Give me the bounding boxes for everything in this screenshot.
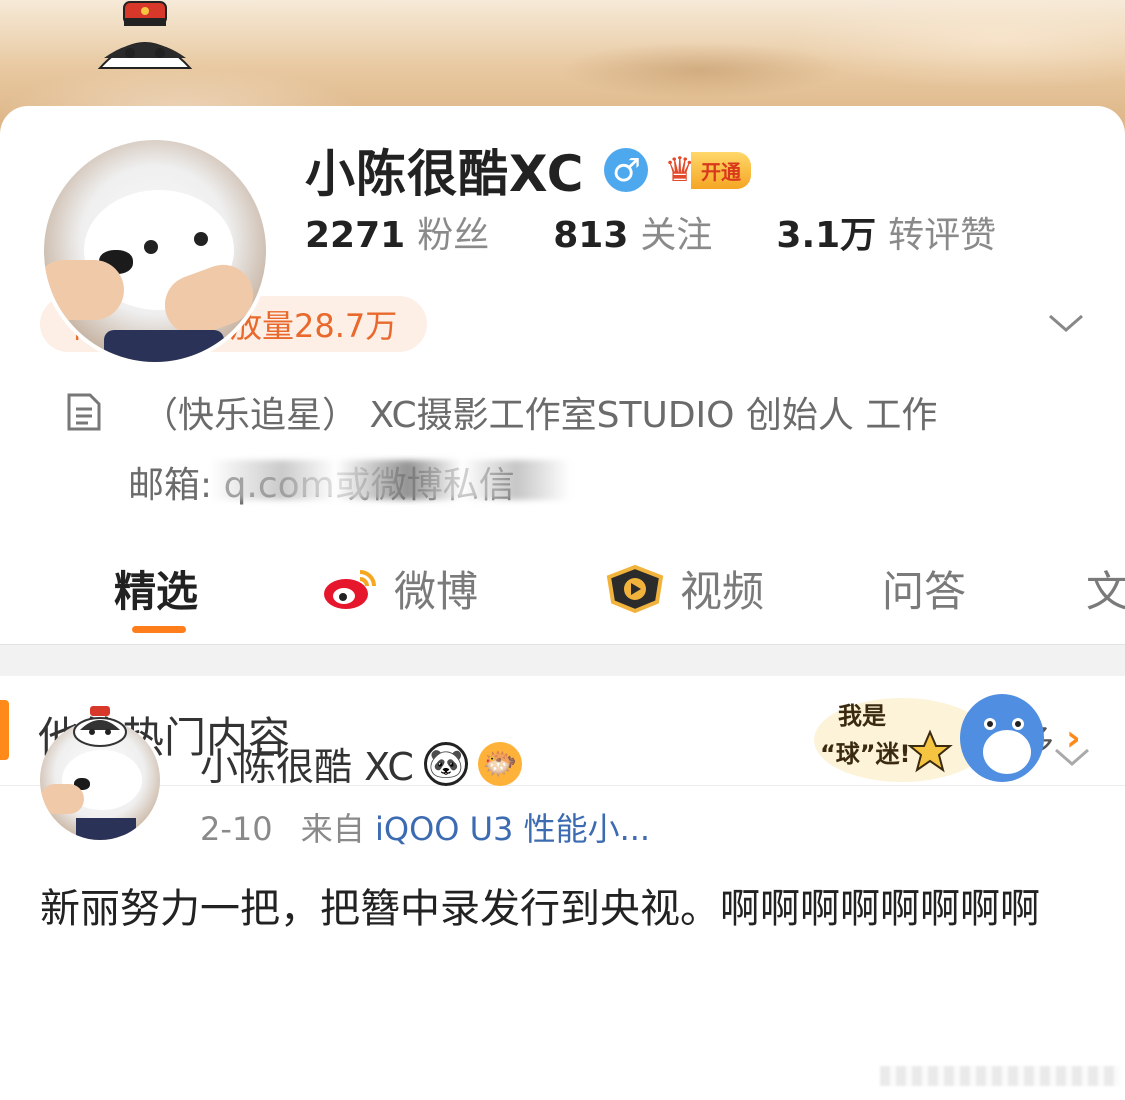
- bio-line: （快乐追星） XC摄影工作室STUDIO 创始人 工作: [142, 395, 938, 436]
- cat-hat-icon: [73, 706, 127, 747]
- stat-followers[interactable]: 2271 粉丝: [305, 206, 489, 258]
- tab-label: 视频: [680, 567, 765, 616]
- tab-qa[interactable]: 问答: [882, 558, 966, 619]
- chevron-down-icon[interactable]: [1052, 742, 1092, 772]
- stat-label: 转评赞: [888, 215, 997, 256]
- stat-value: 2271: [305, 215, 406, 256]
- tab-featured[interactable]: 精选: [114, 558, 198, 619]
- profile-name: 小陈很酷XC: [305, 145, 585, 203]
- sticker-text: “球”迷!: [820, 740, 911, 768]
- stat-value: 813: [553, 215, 629, 256]
- profile-tabs: 精选 微博 视频 问答 文: [0, 548, 1125, 644]
- avatar-eye: [144, 240, 158, 254]
- profile-avatar[interactable]: [40, 136, 270, 366]
- post-body-text[interactable]: 新丽努力一把，把簪中录发行到央视。啊啊啊啊啊啊啊啊: [40, 876, 1080, 942]
- tab-label: 文: [1086, 567, 1125, 616]
- fish-badge-icon: 🐡: [477, 741, 522, 786]
- document-icon: [67, 393, 101, 431]
- profile-card: 小陈很酷XC ♂ ♛ 开通 2271 粉丝 813 关注 3.1万 转评赞 视频…: [0, 106, 1125, 1100]
- panda-badge-icon: 🐼: [423, 741, 468, 786]
- tab-video[interactable]: 视频: [604, 558, 764, 619]
- post-author-name[interactable]: 小陈很酷 XC: [200, 736, 414, 791]
- post-date: 2-10: [200, 810, 273, 848]
- tab-active-indicator: [132, 626, 186, 633]
- stat-value: 3.1万: [776, 215, 877, 256]
- post-meta: 2-10 来自 iQOO U3 性能小...: [200, 804, 650, 850]
- avatar-shirt: [104, 330, 224, 362]
- chevron-down-icon[interactable]: [1046, 308, 1086, 338]
- sticker-text: 我是: [838, 702, 886, 730]
- profile-bio: （快乐追星） XC摄影工作室STUDIO 创始人 工作: [66, 386, 937, 438]
- cat-hat-icon: [97, 1, 193, 69]
- profile-name-row: 小陈很酷XC ♂ ♛ 开通: [305, 134, 751, 206]
- weibo-icon: [324, 569, 376, 609]
- tab-weibo[interactable]: 微博: [322, 558, 478, 619]
- avatar-hand: [44, 260, 124, 320]
- tab-label: 问答: [882, 567, 967, 616]
- stat-interactions[interactable]: 3.1万 转评赞: [776, 206, 996, 258]
- section-accent-bar: [0, 700, 9, 760]
- post-from-prefix: 来自: [300, 810, 365, 848]
- vip-label: 开通: [690, 151, 751, 189]
- tab-articles[interactable]: 文: [1086, 558, 1125, 619]
- section-divider: [0, 644, 1125, 676]
- stat-label: 粉丝: [417, 215, 490, 256]
- tab-label: 精选: [114, 567, 199, 616]
- sticker-decoration: 我是 “球”迷!: [814, 694, 1044, 782]
- post-author-row: 小陈很酷 XC 🐼 🐡: [200, 736, 522, 791]
- vip-open-button[interactable]: ♛ 开通: [664, 150, 751, 190]
- stat-label: 关注: [640, 215, 713, 256]
- redacted-email-mask: [210, 460, 570, 500]
- post-source-link[interactable]: iQOO U3 性能小...: [375, 810, 650, 848]
- watermark: [880, 1066, 1120, 1086]
- avatar-eye: [194, 232, 208, 246]
- stat-following[interactable]: 813 关注: [553, 206, 712, 258]
- profile-stats: 2271 粉丝 813 关注 3.1万 转评赞: [305, 206, 1060, 258]
- avatar-hand: [40, 784, 84, 814]
- tab-label: 微博: [394, 567, 479, 616]
- avatar-shirt: [76, 818, 136, 840]
- video-play-icon: [606, 564, 664, 613]
- male-icon: ♂: [604, 148, 649, 192]
